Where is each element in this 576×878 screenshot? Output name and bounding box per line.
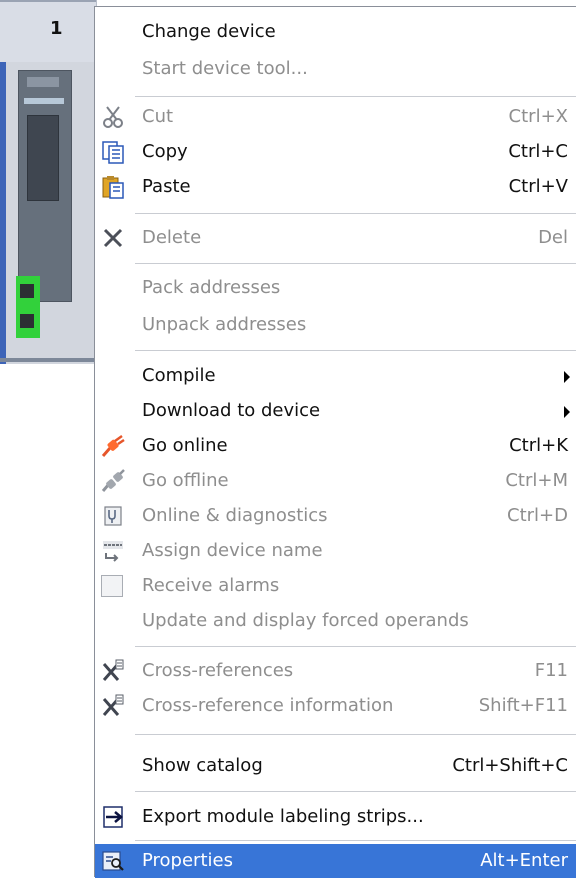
menu-item-label: Start device tool...	[142, 58, 308, 79]
menu-item-label: Export module labeling strips...	[142, 806, 424, 827]
paste-icon	[101, 175, 125, 199]
diagnostics-icon	[101, 504, 125, 528]
device-rail	[0, 62, 6, 364]
cross-reference-icon	[101, 659, 125, 683]
menu-item-update-forced-operands[interactable]: Update and display forced operands	[95, 604, 576, 638]
menu-item-label: Cut	[142, 106, 174, 127]
menu-item-shortcut: Ctrl+M	[505, 470, 568, 491]
menu-item-show-catalog[interactable]: Show catalog Ctrl+Shift+C	[95, 749, 576, 783]
menu-separator	[135, 263, 576, 264]
menu-item-shortcut: Del	[538, 227, 568, 248]
menu-item-download-to-device[interactable]: Download to device	[95, 394, 576, 428]
delete-icon	[101, 226, 125, 250]
submenu-arrow-icon	[564, 371, 570, 383]
menu-item-shortcut: Ctrl+X	[508, 106, 568, 127]
module-display	[27, 115, 59, 201]
menu-item-label: Receive alarms	[142, 575, 280, 596]
slot-header: 1	[0, 0, 97, 62]
menu-item-label: Go offline	[142, 470, 229, 491]
menu-item-pack-addresses[interactable]: Pack addresses	[95, 271, 576, 305]
checkbox-icon	[101, 575, 123, 597]
menu-item-label: Cross-references	[142, 660, 294, 681]
menu-item-cross-references[interactable]: Cross-references F11	[95, 654, 576, 688]
export-icon	[101, 805, 125, 829]
menu-item-compile[interactable]: Compile	[95, 359, 576, 393]
menu-separator	[135, 791, 576, 792]
menu-item-properties[interactable]: Properties Alt+Enter	[95, 844, 576, 878]
menu-item-go-online[interactable]: Go online Ctrl+K	[95, 429, 576, 463]
menu-item-label: Compile	[142, 365, 216, 386]
menu-item-cut[interactable]: Cut Ctrl+X	[95, 100, 576, 134]
menu-item-label: Online & diagnostics	[142, 505, 328, 526]
menu-item-receive-alarms[interactable]: Receive alarms	[95, 569, 576, 603]
menu-item-paste[interactable]: Paste Ctrl+V	[95, 170, 576, 204]
menu-separator	[135, 350, 576, 351]
menu-item-copy[interactable]: Copy Ctrl+C	[95, 135, 576, 169]
menu-item-shortcut: Alt+Enter	[480, 850, 568, 871]
menu-item-label: Assign device name	[142, 540, 323, 561]
context-menu: Change device Start device tool... Cut C…	[94, 6, 576, 878]
menu-item-label: Go online	[142, 435, 228, 456]
menu-item-label: Properties	[142, 850, 233, 871]
menu-separator	[135, 96, 576, 97]
module-logo	[24, 98, 64, 104]
cross-reference-info-icon	[101, 694, 125, 718]
copy-icon	[101, 140, 125, 164]
menu-item-shortcut: F11	[534, 660, 568, 681]
scissors-icon	[101, 105, 125, 129]
menu-item-label: Download to device	[142, 400, 321, 421]
submenu-arrow-icon	[564, 406, 570, 418]
menu-item-label: Copy	[142, 141, 188, 162]
menu-separator	[135, 840, 576, 841]
menu-item-shortcut: Shift+F11	[478, 695, 568, 716]
menu-item-shortcut: Ctrl+Shift+C	[452, 755, 568, 776]
menu-separator	[135, 213, 576, 214]
device-bottom-edge	[0, 358, 96, 362]
menu-item-cross-reference-information[interactable]: Cross-reference information Shift+F11	[95, 689, 576, 723]
menu-item-shortcut: Ctrl+D	[507, 505, 568, 526]
menu-item-label: Delete	[142, 227, 202, 248]
plc-module[interactable]	[18, 70, 72, 302]
menu-item-start-device-tool[interactable]: Start device tool...	[95, 52, 576, 86]
properties-icon	[101, 849, 125, 873]
menu-item-label: Cross-reference information	[142, 695, 394, 716]
header-top-line	[0, 0, 96, 2]
menu-item-label: Pack addresses	[142, 277, 281, 298]
menu-item-assign-device-name[interactable]: Assign device name	[95, 534, 576, 568]
led-strip	[27, 77, 59, 87]
go-offline-icon	[101, 469, 125, 493]
profinet-ports[interactable]	[16, 276, 40, 338]
menu-item-shortcut: Ctrl+C	[508, 141, 568, 162]
menu-separator	[135, 734, 576, 735]
menu-item-label: Show catalog	[142, 755, 263, 776]
ethernet-port-1-icon	[20, 284, 34, 298]
slot-number: 1	[50, 18, 63, 39]
go-online-icon	[101, 434, 125, 458]
menu-item-go-offline[interactable]: Go offline Ctrl+M	[95, 464, 576, 498]
menu-item-online-diagnostics[interactable]: Online & diagnostics Ctrl+D	[95, 499, 576, 533]
menu-item-shortcut: Ctrl+V	[508, 176, 568, 197]
menu-item-export-labeling-strips[interactable]: Export module labeling strips...	[95, 800, 576, 834]
menu-item-label: Paste	[142, 176, 191, 197]
menu-item-label: Unpack addresses	[142, 314, 307, 335]
menu-item-change-device[interactable]: Change device	[95, 15, 576, 49]
menu-item-delete[interactable]: Delete Del	[95, 221, 576, 255]
menu-separator	[135, 646, 576, 647]
menu-item-unpack-addresses[interactable]: Unpack addresses	[95, 308, 576, 342]
menu-item-label: Change device	[142, 21, 276, 42]
assign-name-icon	[101, 539, 125, 563]
menu-item-label: Update and display forced operands	[142, 610, 469, 631]
plc-device-view[interactable]	[0, 62, 96, 364]
menu-item-shortcut: Ctrl+K	[509, 435, 568, 456]
ethernet-port-2-icon	[20, 314, 34, 328]
